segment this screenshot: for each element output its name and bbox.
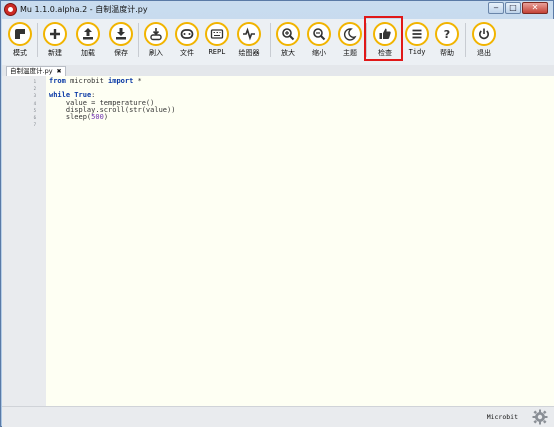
code-token: ) [103,112,109,121]
gear-icon[interactable] [532,409,548,425]
tab-file-label: 自制温度计.py [10,67,53,75]
code-area[interactable]: from microbit import * while True: value … [49,77,175,128]
code-token: from [49,77,66,85]
code-token: import [108,77,134,85]
save-button[interactable]: 保存 [106,22,136,58]
flash-icon [144,22,168,46]
repl-button[interactable]: REPL [202,22,232,56]
new-icon [43,22,67,46]
tidy-button[interactable]: Tidy [402,22,432,56]
code-line: from microbit import * [49,77,175,85]
load-button-label: 加载 [81,49,95,57]
code-line: sleep(500) [49,112,175,121]
mode-button[interactable]: 模式 [5,22,35,58]
close-window-button[interactable]: ✕ [522,2,548,14]
check-button-highlight [364,16,403,61]
tidy-button-label: Tidy [408,48,426,56]
save-icon [109,22,133,46]
plotter-button[interactable]: 绘图器 [234,22,264,58]
theme-button[interactable]: 主题 [335,22,365,58]
line-number: 3 [33,93,36,99]
toolbar-divider [270,23,271,57]
zoom-in-button[interactable]: 放大 [273,22,303,58]
code-token: * [133,77,142,85]
zoom-out-button-label: 缩小 [312,49,326,57]
line-number: 1 [33,79,36,84]
repl-button-label: REPL [208,48,226,56]
code-token: 500 [91,112,104,121]
zoom-in-icon [276,22,300,46]
theme-icon [338,22,362,46]
tab-file[interactable]: 自制温度计.py ✖ [6,66,66,76]
flash-button-label: 刷入 [149,49,163,57]
load-icon [76,22,100,46]
toolbar-divider [37,23,38,57]
plotter-button-label: 绘图器 [238,49,260,57]
line-number-gutter: 1 2345 6 7 [2,76,46,406]
svg-text:?: ? [444,28,450,41]
toolbar-divider [138,23,139,57]
zoom-out-icon [307,22,331,46]
tab-bar: 自制温度计.py ✖ [2,65,554,76]
mode-indicator: Microbit [486,413,518,421]
load-button[interactable]: 加载 [73,22,103,58]
files-icon [175,22,199,46]
line-number: 2 [33,86,36,92]
window-controls: ‒ □ ✕ [488,2,548,14]
mode-icon [8,22,32,46]
flash-button[interactable]: 刷入 [141,22,171,58]
files-button-label: 文件 [180,49,194,57]
code-token: sleep( [49,112,92,121]
mode-button-label: 模式 [13,49,27,57]
theme-button-label: 主题 [343,49,357,57]
toolbar: 模式 新建 加载 保存 刷入 文件 REPL 绘图器 放大 缩小 主题 检查 T… [2,19,554,65]
title-bar: Mu 1.1.0.alpha.2 - 自制温度计.py ‒ □ ✕ [1,1,553,19]
zoom-out-button[interactable]: 缩小 [304,22,334,58]
line-number: 5 [33,107,36,113]
line-number: 7 [33,122,36,128]
mu-app-icon [4,3,17,16]
tab-close-icon[interactable]: ✖ [57,68,62,75]
maximize-button[interactable]: □ [505,2,521,14]
window-title: Mu 1.1.0.alpha.2 - 自制温度计.py [20,5,148,14]
zoom-in-button-label: 放大 [281,49,295,57]
line-number: 4 [33,100,36,106]
line-number: 6 [33,115,36,120]
save-button-label: 保存 [114,49,128,57]
help-button[interactable]: ? 帮助 [432,22,462,58]
status-bar: Microbit [2,406,554,427]
code-token: microbit [65,77,109,85]
quit-icon [472,22,496,46]
new-button[interactable]: 新建 [40,22,70,58]
mu-editor-window: Mu 1.1.0.alpha.2 - 自制温度计.py ‒ □ ✕ 模式 新建 [0,0,554,427]
quit-button-label: 退出 [477,49,491,57]
help-button-label: 帮助 [440,49,454,57]
help-icon: ? [435,22,459,46]
new-button-label: 新建 [48,49,62,57]
tidy-icon [405,22,429,46]
quit-button[interactable]: 退出 [469,22,499,58]
files-button[interactable]: 文件 [172,22,202,58]
code-editor[interactable]: 1 2345 6 7 from microbit import * while True… [2,76,554,406]
repl-icon [205,22,229,46]
minimize-button[interactable]: ‒ [488,2,504,14]
toolbar-divider [465,23,466,57]
plotter-icon [237,22,261,46]
